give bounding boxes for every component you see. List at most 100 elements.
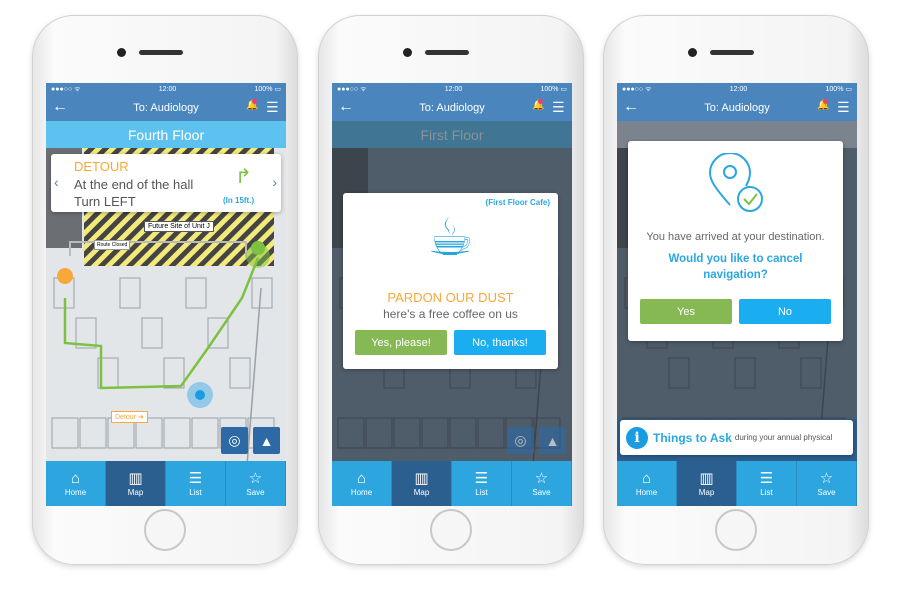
tab-label: Home xyxy=(64,488,87,497)
tab-label: Map xyxy=(698,488,715,497)
arrow-left-icon[interactable]: ← xyxy=(623,98,639,116)
route-closed-label: Route Closed xyxy=(94,240,131,250)
navigation-arrow-icon: ▲ xyxy=(545,432,560,449)
tab-map[interactable]: ▥ Map xyxy=(106,461,166,506)
arrival-message: You have arrived at your destination. xyxy=(646,231,825,243)
hamburger-icon[interactable]: ☰ xyxy=(552,99,565,116)
dialog-subtitle: here's a free coffee on us xyxy=(383,307,518,321)
tab-label: Save xyxy=(817,488,836,497)
nav-header: ← To: Audiology 🔔 ☰ xyxy=(332,95,572,121)
tab-label: List xyxy=(475,488,488,497)
map-icon: ▥ xyxy=(414,470,429,487)
star-icon: ☆ xyxy=(534,470,549,487)
list-icon: ☰ xyxy=(759,470,774,487)
front-camera xyxy=(403,48,412,57)
location-check-icon xyxy=(708,153,763,212)
status-time: 12:00 xyxy=(444,85,463,93)
list-icon: ☰ xyxy=(188,470,203,487)
speaker-grille xyxy=(139,50,183,55)
signal-icon: ●●●○○ ᯤ xyxy=(622,85,652,93)
compass-button[interactable]: ▲ xyxy=(253,427,280,454)
tab-label: Map xyxy=(127,488,144,497)
yes-please-button[interactable]: Yes, please! xyxy=(355,330,447,355)
home-hardware-button[interactable] xyxy=(430,509,472,551)
front-camera xyxy=(117,48,126,57)
tab-home[interactable]: ⌂ Home xyxy=(617,461,677,506)
tab-save[interactable]: ☆ Save xyxy=(226,461,286,506)
chevron-right-icon[interactable]: › xyxy=(272,174,277,190)
tab-map[interactable]: ▥ Map xyxy=(392,461,452,506)
yes-button[interactable]: Yes xyxy=(640,299,732,324)
notification-badge xyxy=(252,99,257,104)
tab-list[interactable]: ☰ List xyxy=(452,461,512,506)
home-icon: ⌂ xyxy=(70,470,81,487)
tab-label: Home xyxy=(350,488,373,497)
screen: ●●●○○ ᯤ 12:00 100% ▭ ← To: Audiology 🔔 ☰… xyxy=(332,83,572,506)
tab-label: List xyxy=(760,488,773,497)
notification-badge xyxy=(538,99,543,104)
cancel-question: Would you like to cancel navigation? xyxy=(668,253,803,281)
tab-home[interactable]: ⌂ Home xyxy=(332,461,392,506)
info-icon: i xyxy=(626,426,648,449)
arrow-left-icon[interactable]: ← xyxy=(338,98,354,116)
signal-icon: ●●●○○ ᯤ xyxy=(51,85,81,93)
arrival-dialog: You have arrived at your destination. Wo… xyxy=(628,141,843,341)
battery-icon: 100% ▭ xyxy=(254,86,281,93)
tab-map[interactable]: ▥ Map xyxy=(677,461,737,506)
tab-list[interactable]: ☰ List xyxy=(166,461,226,506)
screen: ●●●○○ ᯤ 12:00 100% ▭ ← To: Audiology 🔔 ☰… xyxy=(46,83,286,506)
speaker-grille xyxy=(710,50,754,55)
tab-home[interactable]: ⌂ Home xyxy=(46,461,106,506)
status-time: 12:00 xyxy=(158,85,177,93)
distance-label: (In 15ft.) xyxy=(223,196,255,205)
navigation-arrow-icon: ▲ xyxy=(259,432,274,449)
hamburger-icon[interactable]: ☰ xyxy=(837,99,850,116)
tab-save[interactable]: ☆ Save xyxy=(797,461,857,506)
location-label: (First Floor Cafe) xyxy=(485,198,550,207)
hamburger-icon[interactable]: ☰ xyxy=(266,99,279,116)
no-thanks-button[interactable]: No, thanks! xyxy=(454,330,546,355)
status-bar: ●●●○○ ᯤ 12:00 100% ▭ xyxy=(332,83,572,95)
home-icon: ⌂ xyxy=(641,470,652,487)
tab-label: List xyxy=(189,488,202,497)
chevron-left-icon[interactable]: ‹ xyxy=(54,174,59,190)
status-time: 12:00 xyxy=(729,85,748,93)
tab-bar: ⌂ Home ▥ Map ☰ List ☆ Save xyxy=(332,461,572,506)
floor-bar[interactable]: Fourth Floor xyxy=(46,121,286,148)
list-icon: ☰ xyxy=(474,470,489,487)
tab-bar: ⌂ Home ▥ Map ☰ List ☆ Save xyxy=(617,461,857,506)
nav-header: ← To: Audiology 🔔 ☰ xyxy=(46,95,286,121)
banner-subtitle: during your annual physical xyxy=(734,433,833,442)
phone-1: ●●●○○ ᯤ 12:00 100% ▭ ← To: Audiology 🔔 ☰… xyxy=(32,15,298,565)
instruction-line-1: At the end of the hall xyxy=(74,177,194,192)
dialog-title: PARDON OUR DUST xyxy=(387,290,514,305)
tab-list[interactable]: ☰ List xyxy=(737,461,797,506)
status-bar: ●●●○○ ᯤ 12:00 100% ▭ xyxy=(617,83,857,95)
no-button[interactable]: No xyxy=(739,299,831,324)
home-icon: ⌂ xyxy=(356,470,367,487)
instruction-line-2: Turn LEFT xyxy=(74,194,136,209)
crosshair-icon: ◎ xyxy=(514,432,527,448)
locate-me-button[interactable]: ◎ xyxy=(507,427,534,454)
nav-header: ← To: Audiology 🔔 ☰ xyxy=(617,95,857,121)
star-icon: ☆ xyxy=(819,470,834,487)
tab-label: Save xyxy=(246,488,265,497)
battery-icon: 100% ▭ xyxy=(825,86,852,93)
signal-icon: ●●●○○ ᯤ xyxy=(337,85,367,93)
turn-right-arrow-icon: ↱ xyxy=(235,166,252,188)
locate-me-button[interactable]: ◎ xyxy=(221,427,248,454)
speaker-grille xyxy=(425,50,469,55)
coffee-cup-icon: ☕ xyxy=(427,209,474,267)
screen: ●●●○○ ᯤ 12:00 100% ▭ ← To: Audiology 🔔 ☰… xyxy=(617,83,857,506)
destination-title: To: Audiology xyxy=(704,102,770,114)
crosshair-icon: ◎ xyxy=(228,432,241,448)
phone-3: ●●●○○ ᯤ 12:00 100% ▭ ← To: Audiology 🔔 ☰… xyxy=(603,15,869,565)
home-hardware-button[interactable] xyxy=(144,509,186,551)
arrow-left-icon[interactable]: ← xyxy=(52,98,68,116)
star-icon: ☆ xyxy=(248,470,263,487)
info-banner[interactable]: i Things to Ask during your annual physi… xyxy=(620,420,853,455)
home-hardware-button[interactable] xyxy=(715,509,757,551)
map-icon: ▥ xyxy=(699,470,714,487)
compass-button[interactable]: ▲ xyxy=(539,427,566,454)
tab-save[interactable]: ☆ Save xyxy=(512,461,572,506)
